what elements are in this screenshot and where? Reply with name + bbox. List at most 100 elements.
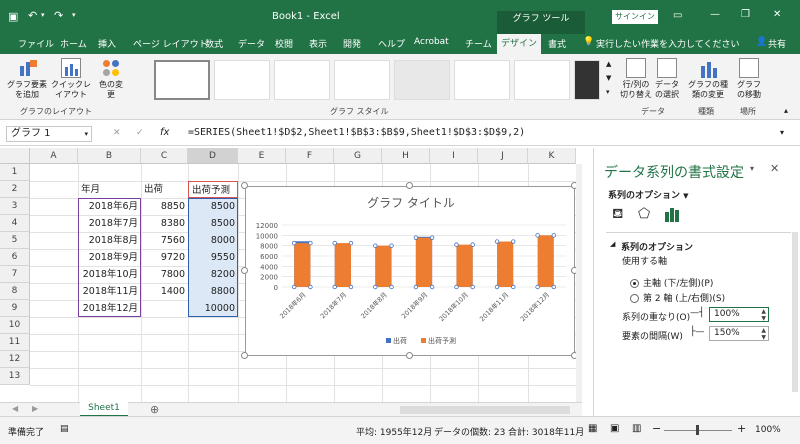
tab-team[interactable]: チーム bbox=[465, 37, 492, 50]
column-header-k[interactable]: K bbox=[528, 148, 576, 164]
bar-forecast[interactable] bbox=[294, 243, 311, 287]
pane-options-icon[interactable]: ▾ bbox=[750, 164, 754, 173]
undo-dropdown-icon[interactable]: ▾ bbox=[41, 11, 45, 19]
row-header-6[interactable]: 6 bbox=[0, 249, 30, 266]
gap-width-slider[interactable]: ├— bbox=[690, 327, 704, 337]
chart-resize-handle-s[interactable] bbox=[406, 352, 413, 359]
page-break-view-icon[interactable]: ▥ bbox=[632, 423, 641, 434]
signin-button[interactable]: サインイン bbox=[612, 10, 658, 24]
row-header-4[interactable]: 4 bbox=[0, 215, 30, 232]
column-header-d[interactable]: D bbox=[188, 148, 238, 164]
collapse-ribbon-icon[interactable]: ▴ bbox=[784, 106, 788, 115]
zoom-out-icon[interactable]: − bbox=[652, 422, 661, 435]
overlap-spinner[interactable]: 100% ▲ ▼ bbox=[709, 307, 769, 322]
undo-icon[interactable]: ↶ bbox=[28, 9, 37, 22]
share-button[interactable]: 共有 bbox=[768, 37, 786, 50]
gallery-scroll-up-icon[interactable]: ▲ bbox=[606, 60, 611, 68]
effects-icon[interactable]: ⬠ bbox=[638, 206, 650, 222]
sheet-tab-sheet1[interactable]: Sheet1 bbox=[80, 402, 128, 417]
primary-axis-radio[interactable]: 主軸 (下/左側)(P) bbox=[630, 276, 713, 289]
add-chart-element-button[interactable]: グラフ要素を追加 bbox=[6, 58, 48, 100]
fill-line-icon[interactable]: ⛾ bbox=[612, 206, 623, 224]
ribbon-display-icon[interactable]: ▭ bbox=[673, 10, 682, 21]
select-data-button[interactable]: データの選択 bbox=[652, 58, 682, 100]
column-header-i[interactable]: I bbox=[430, 148, 478, 164]
overlap-slider[interactable]: —┤ bbox=[690, 308, 704, 318]
row-header-8[interactable]: 8 bbox=[0, 283, 30, 300]
column-header-h[interactable]: H bbox=[382, 148, 430, 164]
share-icon[interactable]: 👤 bbox=[756, 37, 767, 47]
section-collapse-icon[interactable]: ◢ bbox=[610, 240, 615, 248]
worksheet[interactable]: A B C D E F G H I J K 1 2 3 4 5 6 7 8 9 … bbox=[0, 148, 582, 402]
zoom-slider-thumb[interactable] bbox=[696, 425, 699, 435]
cell-c4[interactable]: 8380 bbox=[141, 215, 188, 232]
column-header-c[interactable]: C bbox=[141, 148, 188, 164]
change-chart-type-button[interactable]: グラフの種類の変更 bbox=[684, 58, 732, 100]
chart-style-2[interactable] bbox=[214, 60, 270, 100]
pane-close-icon[interactable]: ✕ bbox=[770, 162, 779, 175]
row-header-5[interactable]: 5 bbox=[0, 232, 30, 249]
chart-style-8[interactable] bbox=[574, 60, 600, 100]
expand-formula-icon[interactable]: ▾ bbox=[780, 128, 784, 137]
close-icon[interactable]: ✕ bbox=[773, 9, 781, 20]
minimize-icon[interactable]: — bbox=[710, 9, 720, 20]
quick-layout-button[interactable]: クイックレイアウト bbox=[50, 58, 92, 100]
pane-scrollbar[interactable] bbox=[792, 232, 798, 392]
bar-forecast[interactable] bbox=[375, 245, 392, 287]
insert-function-icon[interactable]: fx bbox=[160, 127, 169, 138]
row-header-13[interactable]: 13 bbox=[0, 368, 30, 385]
customize-qat-icon[interactable]: ▾ bbox=[72, 11, 76, 19]
column-header-j[interactable]: J bbox=[478, 148, 528, 164]
column-header-e[interactable]: E bbox=[238, 148, 286, 164]
chart-style-6[interactable] bbox=[454, 60, 510, 100]
tab-home[interactable]: ホーム bbox=[60, 37, 87, 50]
row-header-1[interactable]: 1 bbox=[0, 164, 30, 181]
tab-acrobat[interactable]: Acrobat bbox=[414, 37, 449, 47]
tab-insert[interactable]: 挿入 bbox=[98, 37, 116, 50]
overlap-spinner-arrows-icon[interactable]: ▲ ▼ bbox=[761, 308, 766, 322]
series-options-icon[interactable] bbox=[664, 206, 680, 222]
cell-c6[interactable]: 9720 bbox=[141, 249, 188, 266]
column-header-g[interactable]: G bbox=[334, 148, 382, 164]
tab-file[interactable]: ファイル bbox=[18, 37, 54, 50]
gap-width-spinner[interactable]: 150% ▲ ▼ bbox=[709, 326, 769, 341]
row-header-12[interactable]: 12 bbox=[0, 351, 30, 368]
column-header-a[interactable]: A bbox=[30, 148, 78, 164]
cell-c9[interactable] bbox=[141, 300, 188, 317]
enter-icon[interactable]: ✓ bbox=[136, 128, 144, 138]
cell-c2[interactable]: 出荷 bbox=[141, 181, 188, 198]
row-header-2[interactable]: 2 bbox=[0, 181, 30, 198]
cancel-icon[interactable]: ✕ bbox=[113, 128, 121, 138]
series-options-dropdown[interactable]: 系列のオプション ▼ bbox=[608, 188, 689, 201]
next-sheet-icon[interactable]: ▶ bbox=[32, 404, 38, 413]
row-header-7[interactable]: 7 bbox=[0, 266, 30, 283]
tab-help[interactable]: ヘルプ bbox=[378, 37, 405, 50]
tab-design[interactable]: デザイン bbox=[497, 34, 541, 54]
tab-developer[interactable]: 開発 bbox=[343, 37, 361, 50]
chart-resize-handle-w[interactable] bbox=[241, 267, 248, 274]
tab-formulas[interactable]: 数式 bbox=[205, 37, 223, 50]
gallery-more-icon[interactable]: ▾ bbox=[606, 88, 610, 96]
formula-input[interactable]: =SERIES(Sheet1!$D$2,Sheet1!$B$3:$B$9,She… bbox=[188, 127, 525, 138]
column-header-f[interactable]: F bbox=[286, 148, 334, 164]
row-header-11[interactable]: 11 bbox=[0, 334, 30, 351]
cell-c7[interactable]: 7800 bbox=[141, 266, 188, 283]
cell-c8[interactable]: 1400 bbox=[141, 283, 188, 300]
restore-icon[interactable]: ❐ bbox=[741, 9, 750, 20]
row-header-9[interactable]: 9 bbox=[0, 300, 30, 317]
change-colors-button[interactable]: 色の変更 bbox=[94, 58, 128, 100]
column-header-b[interactable]: B bbox=[78, 148, 141, 164]
save-icon[interactable]: ▣ bbox=[8, 10, 18, 23]
row-header-3[interactable]: 3 bbox=[0, 198, 30, 215]
bar-forecast[interactable] bbox=[334, 243, 351, 287]
normal-view-icon[interactable]: ▦ bbox=[588, 423, 597, 434]
tell-me-input[interactable]: 実行したい作業を入力してください bbox=[596, 37, 739, 50]
chart-style-7[interactable] bbox=[514, 60, 570, 100]
tab-view[interactable]: 表示 bbox=[309, 37, 327, 50]
tab-review[interactable]: 校閲 bbox=[275, 37, 293, 50]
zoom-in-icon[interactable]: + bbox=[737, 422, 746, 435]
tab-page-layout[interactable]: ページ レイアウト bbox=[133, 37, 208, 50]
select-all-corner[interactable] bbox=[0, 148, 30, 164]
tab-format[interactable]: 書式 bbox=[548, 37, 566, 50]
chart-style-4[interactable] bbox=[334, 60, 390, 100]
